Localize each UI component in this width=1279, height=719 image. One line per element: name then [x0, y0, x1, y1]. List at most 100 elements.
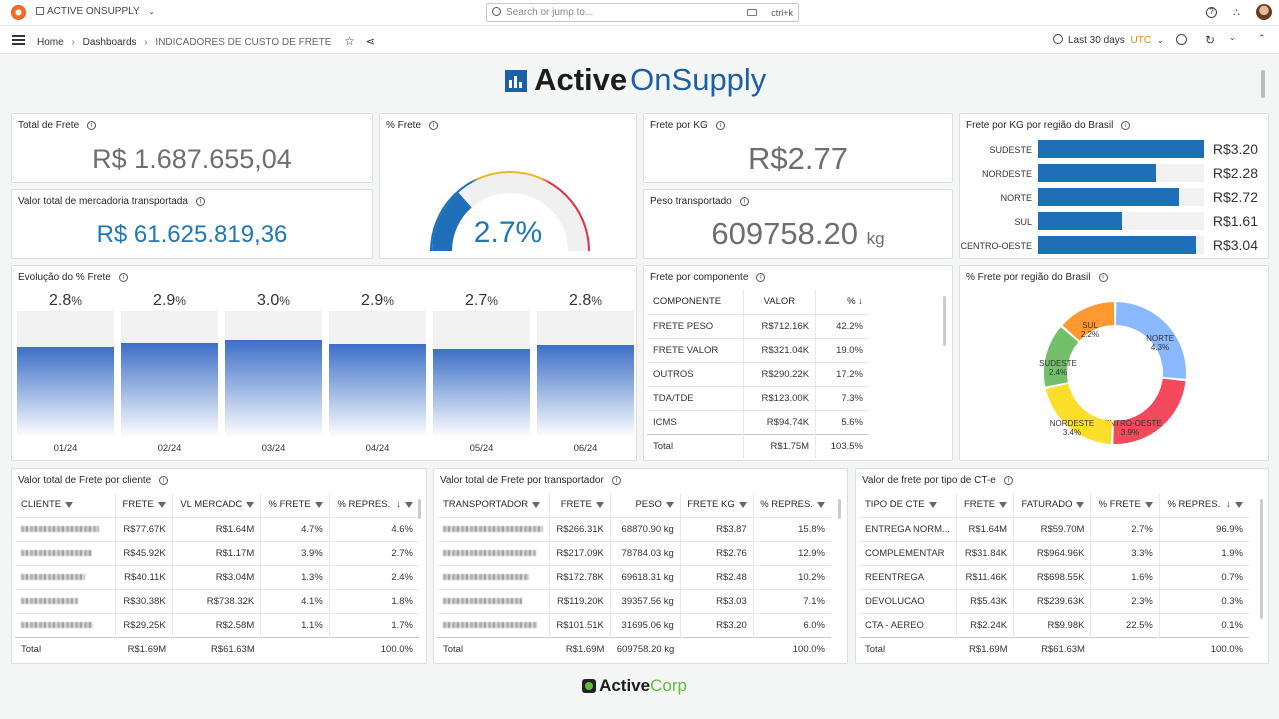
table-row[interactable]: R$172.78K 69618.31 kg R$2.48 10.2%: [437, 564, 831, 589]
table-row[interactable]: TDA/TDE R$123.00K 7.3%: [647, 385, 869, 410]
info-icon[interactable]: i: [756, 272, 766, 282]
slice-value: 3.9%: [1121, 428, 1139, 437]
info-icon[interactable]: i: [1003, 475, 1013, 485]
org-selector[interactable]: ACTIVE ONSUPPLY ⌄: [36, 6, 155, 17]
bar-gauge-row: SUL R$1.61: [960, 212, 1270, 230]
table-total-cell: Total: [859, 636, 957, 661]
filter-icon[interactable]: [532, 501, 541, 508]
table-row[interactable]: ENTREGA NORM... R$1.64M R$59.70M 2.7% 96.9%: [859, 516, 1249, 541]
table-cell: R$3.04M: [171, 564, 261, 589]
share-icon[interactable]: ⋖: [366, 36, 375, 48]
table-scrollbar[interactable]: [1260, 499, 1263, 619]
sort-desc-icon: ↓: [858, 296, 863, 308]
column-header[interactable]: % REPRES.: [752, 493, 831, 517]
filter-icon[interactable]: [65, 501, 74, 508]
breadcrumb-home[interactable]: Home: [37, 37, 64, 48]
table-cell: R$172.78K: [549, 564, 611, 589]
table-scrollbar[interactable]: [838, 499, 841, 519]
zoom-out-icon[interactable]: [1176, 34, 1187, 45]
panel-peso: Peso transportado i 609758.20 kg: [643, 189, 953, 259]
column-header[interactable]: FATURADO: [1013, 493, 1091, 517]
table-row[interactable]: ICMS R$94.74K 5.6%: [647, 409, 869, 434]
filter-icon[interactable]: [405, 501, 413, 508]
collapse-chevron-icon[interactable]: ⌃: [1258, 33, 1266, 44]
column-header[interactable]: % REPRES. ↓: [328, 493, 419, 517]
search-input[interactable]: Search or jump to... ctrl+k: [486, 3, 799, 22]
refresh-interval-chevron-icon[interactable]: ⌄: [1229, 33, 1236, 42]
table-row[interactable]: R$45.92K R$1.17M 3.9% 2.7%: [15, 540, 419, 565]
table-row[interactable]: R$119.20K 39357.56 kg R$3.03 7.1%: [437, 588, 831, 613]
table-scrollbar[interactable]: [943, 296, 946, 346]
table-row[interactable]: R$77.67K R$1.64M 4.7% 4.6%: [15, 516, 419, 541]
table-row[interactable]: R$30.38K R$738.32K 4.1% 1.8%: [15, 588, 419, 613]
column-header[interactable]: % ↓: [815, 290, 869, 314]
transportador-table: TRANSPORTADOR FRETE PESO FRETE KG% REPRES. R…: [437, 493, 831, 661]
info-icon[interactable]: i: [611, 475, 621, 485]
table-scrollbar[interactable]: [418, 499, 421, 519]
table-cell: 2.3%: [1090, 588, 1160, 613]
table-row[interactable]: COMPLEMENTAR R$31.84K R$964.96K 3.3% 1.9%: [859, 540, 1249, 565]
column-header[interactable]: PESO: [609, 493, 681, 517]
info-icon[interactable]: i: [715, 120, 725, 130]
filter-icon[interactable]: [595, 501, 604, 508]
user-avatar[interactable]: [1256, 4, 1272, 20]
column-header[interactable]: TRANSPORTADOR: [437, 493, 550, 517]
donut-slice[interactable]: [1044, 327, 1079, 387]
breadcrumb-dashboards[interactable]: Dashboards: [83, 37, 137, 48]
rss-icon[interactable]: ∴: [1233, 6, 1240, 19]
filter-icon[interactable]: [157, 501, 166, 508]
redacted-name: [443, 597, 522, 604]
info-icon[interactable]: i: [87, 120, 97, 130]
column-header[interactable]: % FRETE: [1090, 493, 1160, 517]
info-icon[interactable]: i: [1121, 120, 1131, 130]
column-header[interactable]: VALOR: [742, 290, 816, 314]
star-icon[interactable]: ☆: [344, 34, 355, 48]
table-row[interactable]: R$217.09K 78784.03 kg R$2.76 12.9%: [437, 540, 831, 565]
table-cell: R$3.03: [679, 588, 754, 613]
grafana-logo-icon[interactable]: [11, 5, 26, 20]
table-row[interactable]: R$29.25K R$2.58M 1.1% 1.7%: [15, 612, 419, 637]
column-header[interactable]: VL MERCADC: [171, 493, 261, 517]
column-header[interactable]: FRETE: [114, 493, 173, 517]
filter-icon[interactable]: [1076, 501, 1085, 508]
table-row[interactable]: FRETE PESO R$712.16K 42.2%: [647, 313, 869, 338]
column-header[interactable]: FRETE: [955, 493, 1014, 517]
page-scrollbar[interactable]: [1261, 70, 1265, 98]
filter-icon[interactable]: [1235, 501, 1243, 508]
filter-icon[interactable]: [738, 501, 747, 508]
table-row[interactable]: R$101.51K 31695.06 kg R$3.20 6.0%: [437, 612, 831, 637]
table-cell: 96.9%: [1158, 516, 1249, 541]
table-row[interactable]: FRETE VALOR R$321.04K 19.0%: [647, 337, 869, 362]
filter-icon[interactable]: [817, 501, 825, 508]
info-icon[interactable]: i: [159, 475, 169, 485]
help-icon[interactable]: ?: [1206, 7, 1217, 18]
filter-icon[interactable]: [246, 501, 255, 508]
column-header[interactable]: FRETE: [549, 493, 611, 517]
info-icon[interactable]: i: [739, 196, 749, 206]
table-row[interactable]: R$266.31K 68870.90 kg R$3.87 15.8%: [437, 516, 831, 541]
table-row[interactable]: R$40.11K R$3.04M 1.3% 2.4%: [15, 564, 419, 589]
column-header[interactable]: % FRETE: [260, 493, 330, 517]
filter-icon[interactable]: [1144, 501, 1153, 508]
time-range-picker[interactable]: Last 30 days UTC ⌄: [1053, 34, 1164, 46]
componente-table: COMPONENTE VALOR % ↓ FRETE PESO R$712.16K…: [647, 290, 869, 458]
info-icon[interactable]: i: [195, 196, 205, 206]
refresh-icon[interactable]: ↻: [1205, 33, 1215, 47]
menu-icon[interactable]: [12, 35, 25, 45]
panel-componente: Frete por componente i COMPONENTE VALOR %…: [643, 265, 953, 461]
panel-por-cte: Valor de frete por tipo de CT-e i TIPO DE…: [855, 468, 1269, 664]
info-icon[interactable]: i: [429, 120, 439, 130]
table-row[interactable]: REENTREGA R$11.46K R$698.55K 1.6% 0.7%: [859, 564, 1249, 589]
filter-icon[interactable]: [928, 501, 937, 508]
table-row[interactable]: OUTROS R$290.22K 17.2%: [647, 361, 869, 386]
column-header[interactable]: TIPO DE CTE: [859, 493, 956, 517]
column-header[interactable]: FRETE KG: [679, 493, 754, 517]
column-header[interactable]: % REPRES. ↓: [1158, 493, 1249, 517]
filter-icon[interactable]: [665, 501, 674, 508]
table-row[interactable]: CTA - AEREO R$2.24K R$9.98K 22.5% 0.1%: [859, 612, 1249, 637]
filter-icon[interactable]: [999, 501, 1008, 508]
column-header[interactable]: CLIENTE: [15, 493, 115, 517]
table-row[interactable]: DEVOLUCAO R$5.43K R$239.63K 2.3% 0.3%: [859, 588, 1249, 613]
column-header[interactable]: COMPONENTE: [647, 290, 743, 314]
filter-icon[interactable]: [314, 501, 323, 508]
